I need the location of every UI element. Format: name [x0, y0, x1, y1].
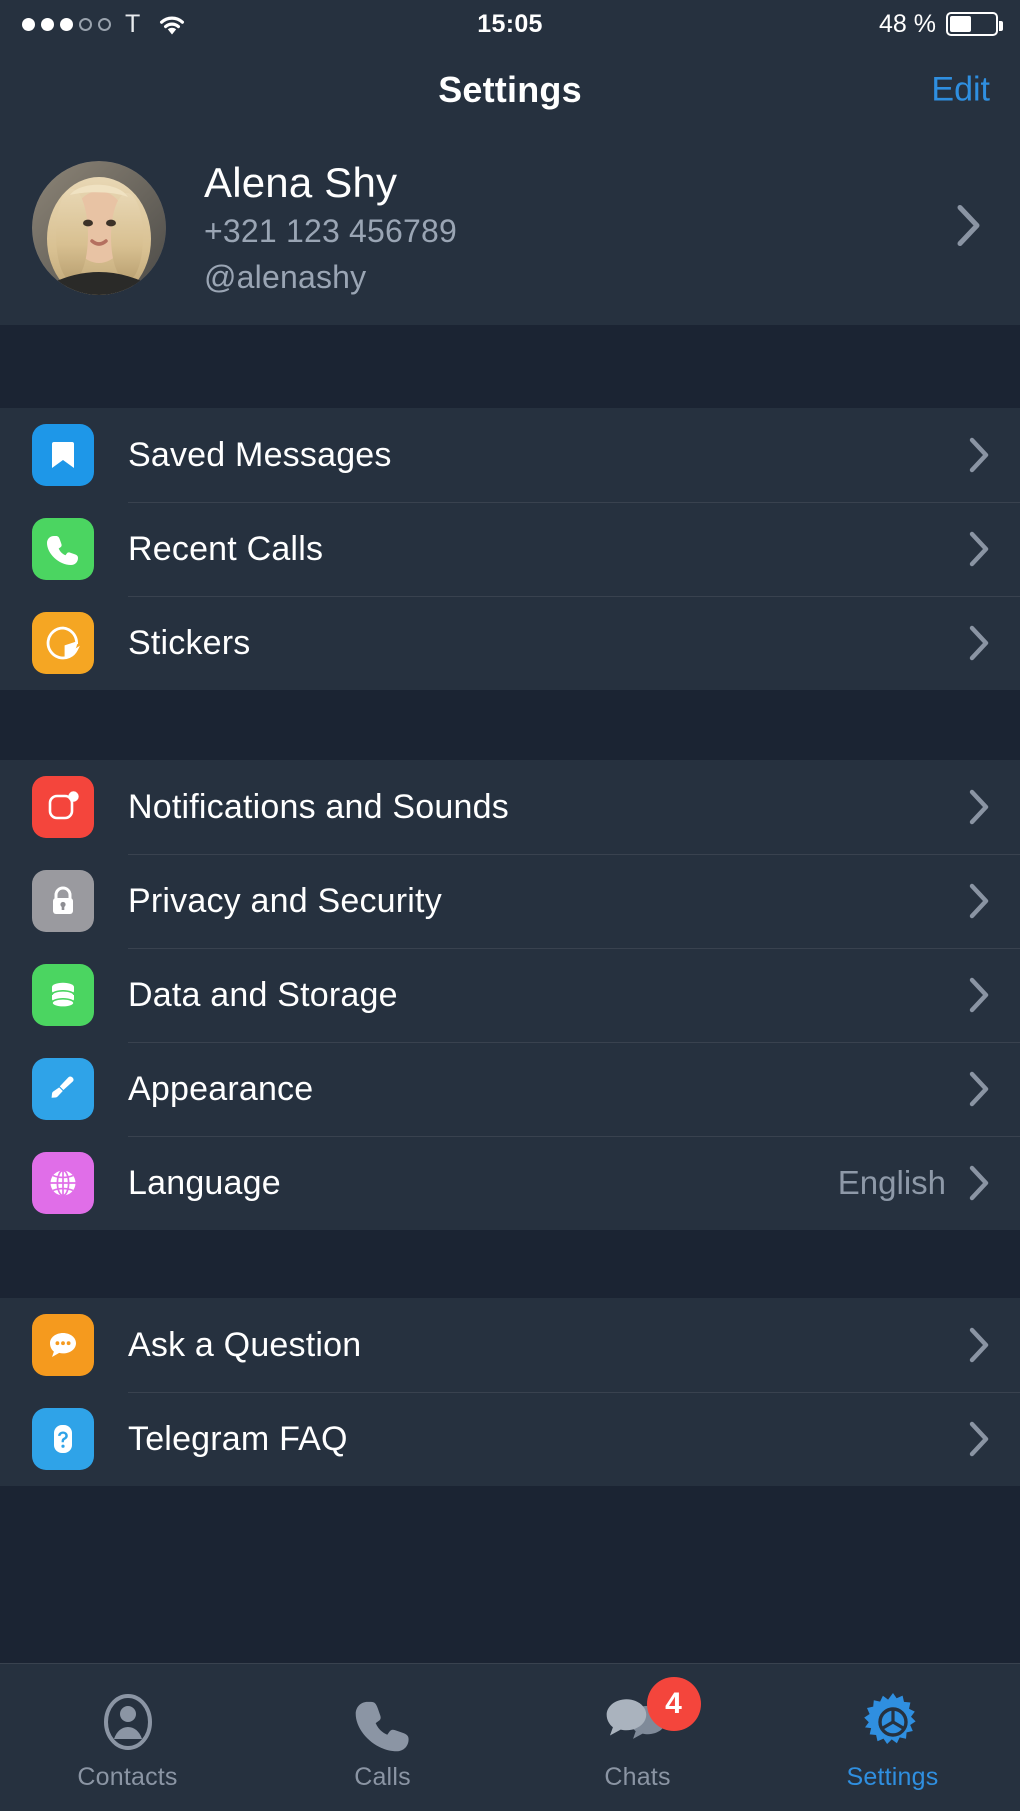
- lock-icon: [32, 870, 94, 932]
- carrier-label: T: [125, 9, 141, 38]
- settings-row-saved-messages[interactable]: Saved Messages: [0, 408, 1020, 502]
- database-icon: [32, 964, 94, 1026]
- edit-button[interactable]: Edit: [931, 70, 990, 109]
- avatar[interactable]: [32, 161, 166, 295]
- chevron-right-icon: [968, 1164, 990, 1202]
- sticker-icon: [32, 612, 94, 674]
- navigation-bar: Settings Edit: [0, 48, 1020, 131]
- chevron-right-icon: [968, 882, 990, 920]
- paintbrush-icon: [32, 1058, 94, 1120]
- profile-phone: +321 123 456789: [204, 213, 458, 250]
- settings-row-value: English: [837, 1164, 946, 1201]
- question-mark-icon: [32, 1408, 94, 1470]
- status-bar-time: 15:05: [477, 9, 543, 38]
- settings-row-label: Data and Storage: [128, 975, 398, 1014]
- settings-row-recent-calls[interactable]: Recent Calls: [0, 502, 1020, 596]
- group-gap: [0, 325, 1020, 408]
- settings-row-accessory: [946, 1326, 990, 1364]
- settings-row-label: Privacy and Security: [128, 881, 442, 920]
- chats-bubbles-icon: 4: [605, 1677, 701, 1753]
- tab-chats[interactable]: 4 Chats: [510, 1677, 765, 1792]
- chevron-right-icon: [956, 204, 982, 253]
- settings-row-accessory: [946, 1420, 990, 1458]
- battery-icon: [946, 12, 1004, 36]
- settings-row-label: Ask a Question: [128, 1325, 362, 1364]
- chevron-right-icon: [968, 624, 990, 662]
- tab-label: Contacts: [77, 1763, 178, 1791]
- profile-info: Alena Shy +321 123 456789 @alenashy: [204, 157, 457, 299]
- chevron-right-icon: [968, 976, 990, 1014]
- tab-label: Chats: [604, 1763, 671, 1791]
- settings-group-1: Saved Messages Recent Calls Stickers: [0, 408, 1020, 690]
- avatar-photo: [32, 161, 166, 295]
- settings-row-stickers[interactable]: Stickers: [0, 596, 1020, 690]
- status-bar: T 15:05 48 %: [0, 0, 1020, 48]
- tab-calls[interactable]: Calls: [255, 1683, 510, 1792]
- settings-row-label: Telegram FAQ: [128, 1419, 348, 1458]
- profile-row[interactable]: Alena Shy +321 123 456789 @alenashy: [0, 131, 1020, 325]
- chevron-right-icon: [968, 788, 990, 826]
- settings-row-accessory: English: [838, 1164, 990, 1202]
- settings-row-notifications-and-sounds[interactable]: Notifications and Sounds: [0, 760, 1020, 854]
- settings-row-telegram-faq[interactable]: Telegram FAQ: [0, 1392, 1020, 1486]
- settings-group-3: Ask a Question Telegram FAQ: [0, 1298, 1020, 1486]
- profile-username: @alenashy: [204, 258, 367, 295]
- settings-row-accessory: [946, 624, 990, 662]
- tab-label: Calls: [354, 1763, 411, 1791]
- chevron-right-icon: [968, 530, 990, 568]
- settings-row-accessory: [946, 882, 990, 920]
- settings-row-label: Recent Calls: [128, 529, 324, 568]
- chevron-right-icon: [968, 1070, 990, 1108]
- chats-unread-badge: 4: [646, 1677, 701, 1731]
- notification-icon: [32, 776, 94, 838]
- group-gap: [0, 690, 1020, 760]
- settings-row-appearance[interactable]: Appearance: [0, 1042, 1020, 1136]
- page-title: Settings: [438, 68, 582, 110]
- settings-row-label: Stickers: [128, 623, 251, 662]
- chevron-right-icon: [968, 1326, 990, 1364]
- status-bar-right: 48 %: [543, 9, 1004, 39]
- globe-icon: [32, 1152, 94, 1214]
- settings-row-accessory: [946, 788, 990, 826]
- contacts-icon: [97, 1683, 159, 1753]
- settings-row-label: Notifications and Sounds: [128, 787, 509, 826]
- settings-row-label: Appearance: [128, 1069, 314, 1108]
- tab-label: Settings: [846, 1763, 939, 1791]
- settings-row-accessory: [946, 1070, 990, 1108]
- chevron-right-icon: [968, 1420, 990, 1458]
- wifi-icon: [155, 11, 189, 37]
- tab-bar: Contacts Calls 4 Chats Settings: [0, 1663, 1020, 1811]
- settings-row-data-and-storage[interactable]: Data and Storage: [0, 948, 1020, 1042]
- settings-row-accessory: [946, 436, 990, 474]
- group-gap: [0, 1230, 1020, 1298]
- settings-row-label: Language: [128, 1163, 281, 1202]
- chat-bubble-icon: [32, 1314, 94, 1376]
- settings-row-privacy-and-security[interactable]: Privacy and Security: [0, 854, 1020, 948]
- signal-strength-icon: [22, 17, 111, 31]
- profile-name: Alena Shy: [204, 159, 398, 207]
- settings-row-accessory: [946, 976, 990, 1014]
- settings-row-accessory: [946, 530, 990, 568]
- battery-percent-label: 48 %: [879, 9, 937, 38]
- status-bar-left: T: [22, 10, 477, 39]
- settings-row-language[interactable]: Language English: [0, 1136, 1020, 1230]
- tab-settings[interactable]: Settings: [765, 1683, 1020, 1792]
- chevron-right-icon: [968, 436, 990, 474]
- settings-row-label: Saved Messages: [128, 435, 392, 474]
- calls-phone-icon: [354, 1683, 412, 1753]
- settings-group-2: Notifications and Sounds Privacy and Sec…: [0, 760, 1020, 1230]
- bookmark-icon: [32, 424, 94, 486]
- settings-row-ask-a-question[interactable]: Ask a Question: [0, 1298, 1020, 1392]
- gear-icon: [862, 1683, 924, 1753]
- telegram-settings-screen: T 15:05 48 % Settings Edit Alena Shy +32…: [0, 0, 1020, 1811]
- phone-icon: [32, 518, 94, 580]
- tab-contacts[interactable]: Contacts: [0, 1683, 255, 1792]
